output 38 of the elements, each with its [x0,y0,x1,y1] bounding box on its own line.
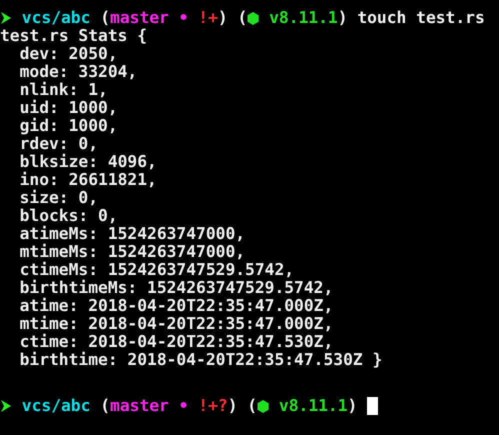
output-line: dev: 2050, [20,44,118,63]
output-line: uid: 1000, [20,98,118,117]
prompt-path: vcs/abc [20,397,90,415]
prompt-punctuation: ( [99,9,110,27]
prompt-punctuation: ) [218,9,228,27]
output-line: size: 0, [20,188,98,207]
separator-dot: • [178,9,188,27]
output-line: mode: 33204, [20,62,138,81]
separator-dot: • [178,397,188,415]
output-line: mtimeMs: 1524263747000, [20,242,246,261]
output-line: rdev: 0, [20,134,98,153]
prompt-path: vcs/abc [20,9,90,27]
output-line: test.rs Stats { [0,26,148,45]
output-line: atimeMs: 1524263747000, [20,224,246,243]
prompt-punctuation: ) [338,9,348,27]
output-line: blocks: 0, [20,206,118,225]
prompt-punctuation: ) [228,397,238,415]
prompt-punctuation: ( [246,397,258,415]
output-line: nlink: 1, [20,80,108,99]
prompt-punctuation: ( [236,9,248,27]
git-branch: master [110,397,169,415]
output-line: ctime: 2018-04-20T22:35:47.530Z, [20,332,334,351]
git-status: !+? [197,397,228,415]
git-branch: master [110,9,169,27]
node-version: v8.11.1 [278,397,348,415]
output-line: birthtime: 2018-04-20T22:35:47.530Z } [20,350,382,369]
output-line: blksize: 4096, [20,152,157,171]
command-text: touch test.rs [356,9,485,27]
output-line: birthtimeMs: 1524263747529.5742, [20,278,334,297]
prompt-punctuation: ( [99,397,110,415]
output-line: ino: 26611821, [20,170,157,189]
output-line: mtime: 2018-04-20T22:35:47.000Z, [20,314,334,333]
git-status: !+ [197,9,218,27]
output-line: ctimeMs: 1524263747529.5742, [20,260,294,279]
output-line: atime: 2018-04-20T22:35:47.000Z, [20,296,334,315]
prompt-punctuation: ) [348,397,358,415]
node-version: v8.11.1 [268,9,338,27]
output-line: gid: 1000, [20,116,118,135]
